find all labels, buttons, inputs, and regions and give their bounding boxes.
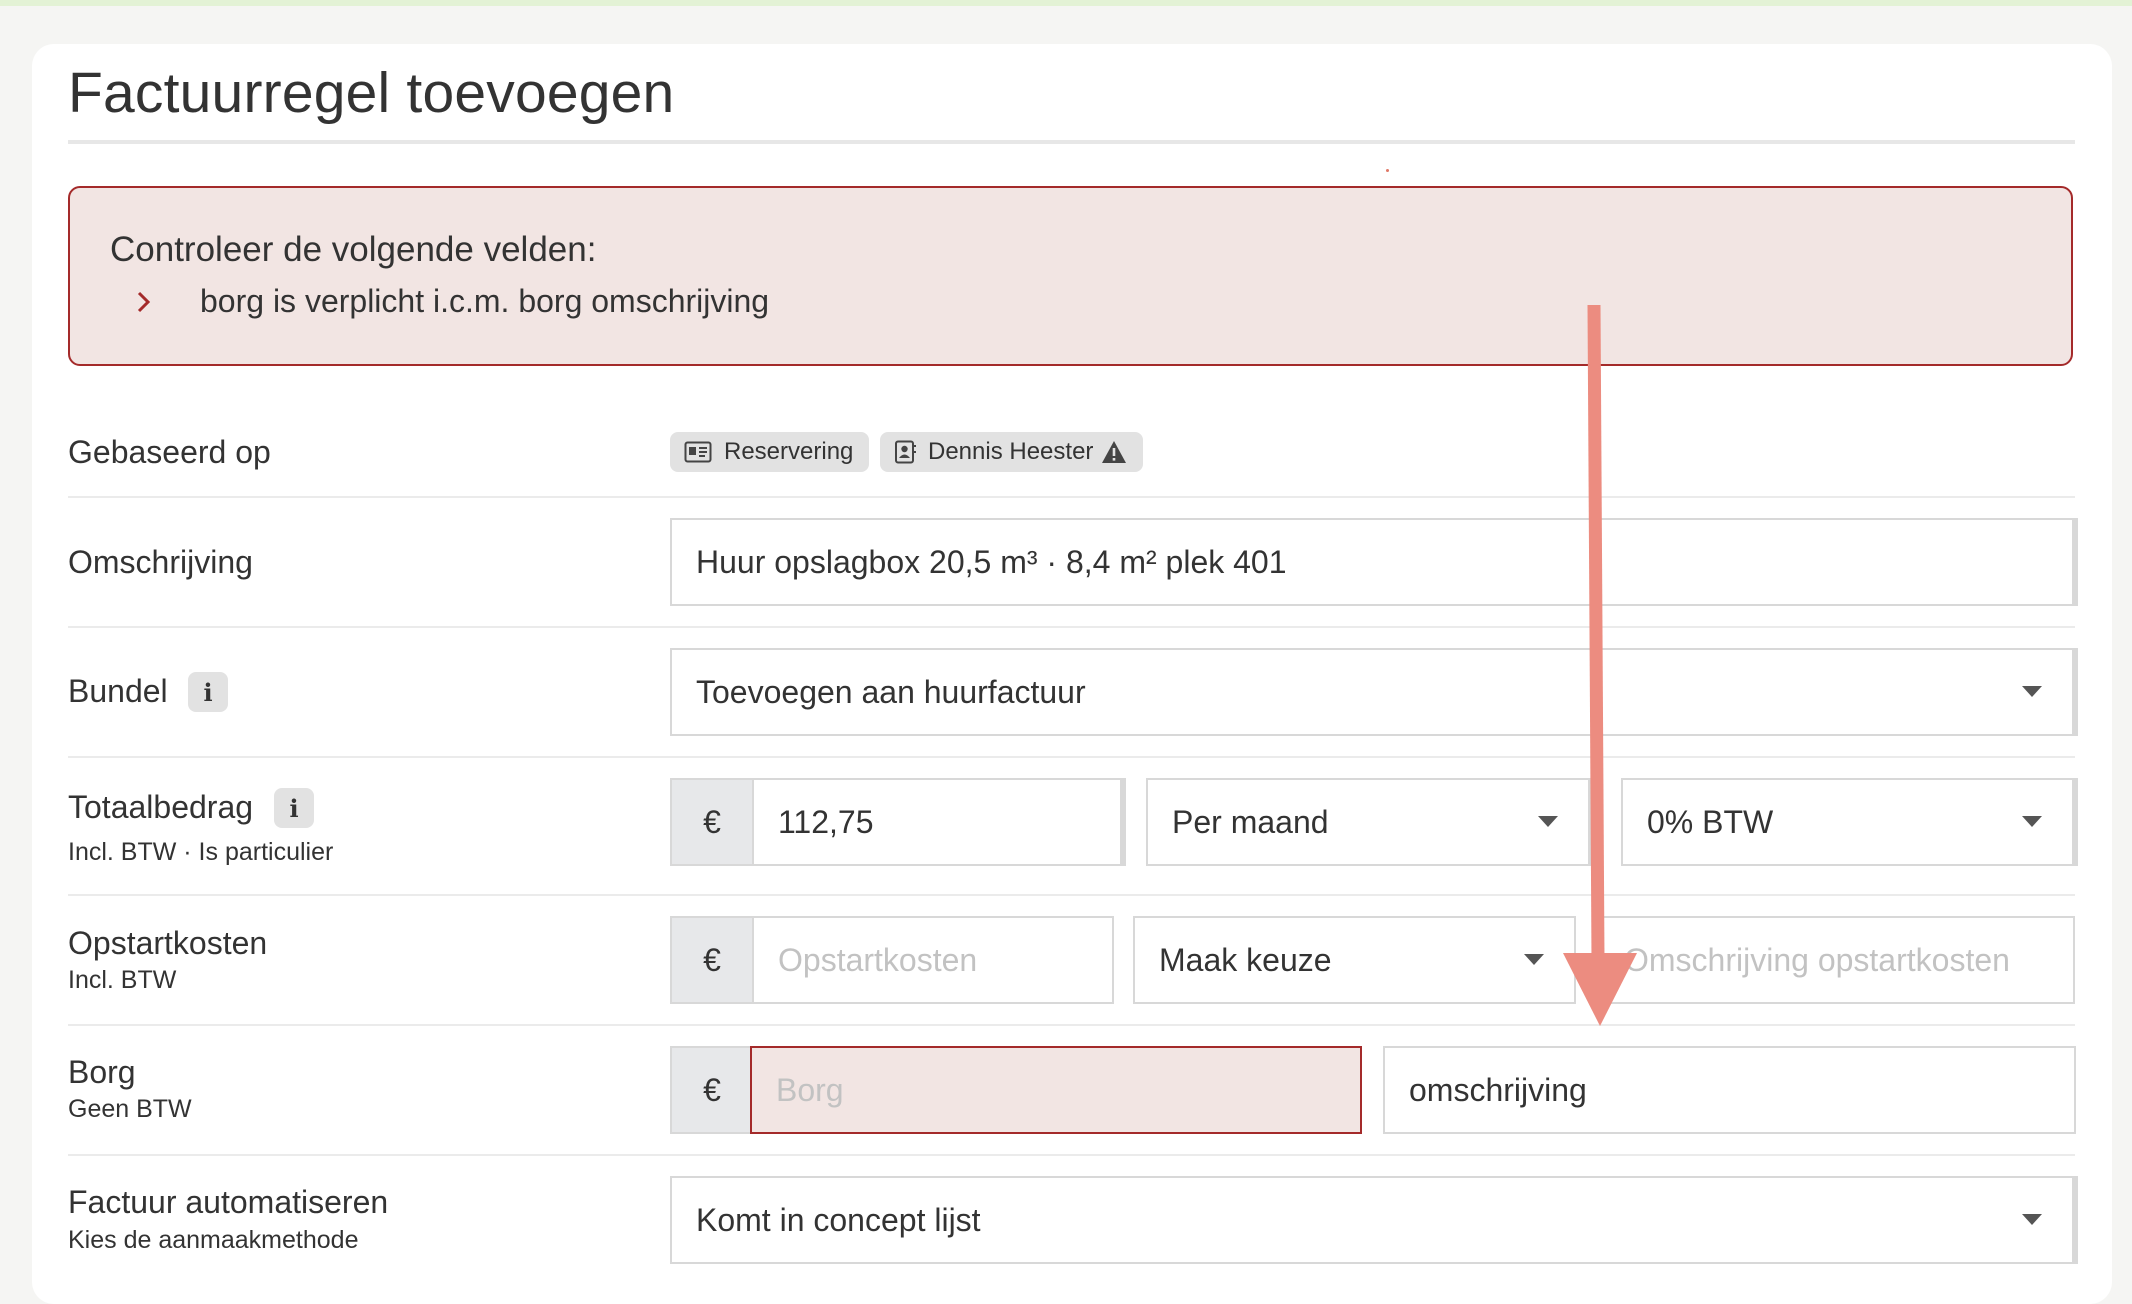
omschrijving-value: Huur opslagbox 20,5 m³ · 8,4 m² plek 401 [696,543,1287,580]
totaalbedrag-sublabel: Incl. BTW · Is particulier [68,838,334,866]
chevron-down-icon [2022,816,2042,827]
factuur-automatiseren-select[interactable]: Komt in concept lijst [670,1176,2078,1264]
borg-sublabel: Geen BTW [68,1095,192,1123]
currency-addon: € [670,778,752,866]
borg-label: Borg [68,1054,136,1090]
row-divider [68,756,2075,758]
alert-title: Controleer de volgende velden: [110,230,597,269]
chevron-down-icon [1524,954,1544,965]
info-icon[interactable]: i [274,788,314,828]
page-title: Factuurregel toevoegen [68,61,675,125]
contact-book-icon [895,440,916,464]
error-alert: Controleer de volgende velden: borg is v… [68,186,2073,366]
row-divider [68,1024,2075,1026]
period-select[interactable]: Per maand [1146,778,1594,866]
amount-value: 112,75 [778,803,874,840]
alert-item: borg is verplicht i.c.m. borg omschrijvi… [110,283,769,320]
tag-label: Dennis Heester [928,438,1094,465]
id-card-icon [684,441,712,463]
opstartkosten-choice-select[interactable]: Maak keuze [1133,916,1576,1004]
chevron-down-icon [1538,816,1558,827]
bundel-select[interactable]: Toevoegen aan huurfactuur [670,648,2078,736]
alert-item-text: borg is verplicht i.c.m. borg omschrijvi… [200,283,770,319]
opstartkosten-amount-input[interactable]: Opstartkosten [752,916,1114,1004]
automatiseren-value: Komt in concept lijst [696,1201,981,1238]
factuur-automatiseren-label: Factuur automatiseren [68,1184,389,1220]
factuur-automatiseren-sublabel: Kies de aanmaakmethode [68,1226,359,1254]
chevron-right-icon [137,291,151,312]
currency-addon: € [670,916,752,1004]
placeholder-text: Opstartkosten [778,941,978,978]
gebaseerd-op-label: Gebaseerd op [68,434,271,470]
row-divider [68,894,2075,896]
omschrijving-input[interactable]: Huur opslagbox 20,5 m³ · 8,4 m² plek 401 [670,518,2078,606]
row-divider [68,496,2075,498]
omschrijving-label: Omschrijving [68,544,253,580]
tag-dennis-heester[interactable]: Dennis Heester [880,432,1144,472]
totaalbedrag-label: Totaalbedrag [68,789,254,825]
choice-value: Maak keuze [1159,941,1332,978]
vat-select[interactable]: 0% BTW [1621,778,2078,866]
opstartkosten-label: Opstartkosten [68,925,268,961]
opstartkosten-sublabel: Incl. BTW [68,966,177,994]
warning-triangle-icon [1102,441,1127,463]
period-value: Per maand [1172,803,1329,840]
borg-description-value: omschrijving [1409,1071,1587,1108]
info-icon[interactable]: i [188,672,228,712]
opstartkosten-description-input[interactable]: Omschrijving opstartkosten [1598,916,2075,1004]
stray-dot [1386,169,1389,172]
tag-reservering[interactable]: Reservering [670,432,870,472]
borg-amount-input[interactable]: Borg [750,1046,1362,1134]
chevron-down-icon [2022,686,2042,697]
totaalbedrag-amount-input[interactable]: 112,75 [752,778,1126,866]
placeholder-text: Omschrijving opstartkosten [1624,941,2010,978]
title-divider [68,140,2075,144]
tag-label: Reservering [724,438,854,465]
row-divider [68,1154,2075,1156]
chevron-down-icon [2022,1214,2042,1225]
top-accent-line [0,0,2132,6]
vat-value: 0% BTW [1647,803,1774,840]
placeholder-text: Borg [776,1071,844,1108]
row-divider [68,626,2075,628]
currency-addon: € [670,1046,752,1134]
borg-description-input[interactable]: omschrijving [1383,1046,2076,1134]
bundel-value: Toevoegen aan huurfactuur [696,673,1086,710]
bundel-label: Bundel [68,673,168,709]
